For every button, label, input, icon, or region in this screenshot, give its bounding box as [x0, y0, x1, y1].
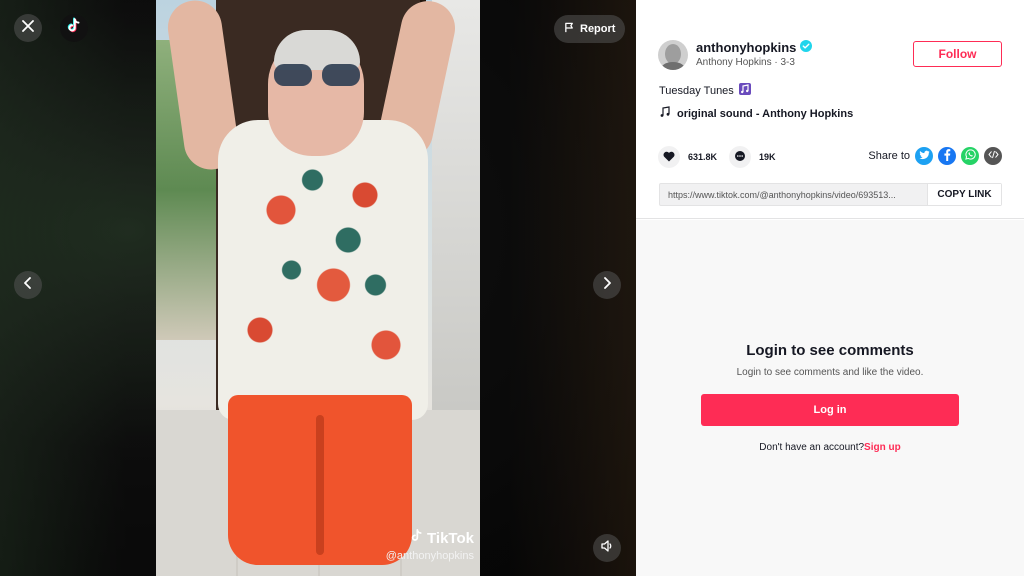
signup-link[interactable]: Sign up [864, 442, 901, 453]
chevron-left-icon [23, 276, 33, 294]
author-username-row[interactable]: anthonyhopkins [696, 40, 813, 55]
report-label: Report [580, 23, 616, 35]
embed-code-icon [988, 150, 999, 162]
comments-count: 19K [759, 152, 776, 162]
sound-title[interactable]: original sound - Anthony Hopkins [677, 108, 853, 120]
share-whatsapp-button[interactable] [961, 147, 979, 165]
login-prompt-title: Login to see comments [746, 342, 914, 359]
login-prompt-subtitle: Login to see comments and like the video… [736, 367, 924, 378]
comments-area: Login to see comments Login to see comme… [636, 220, 1024, 576]
signup-row: Don't have an account?Sign up [636, 442, 1024, 453]
verified-badge-icon [800, 40, 813, 55]
follow-button[interactable]: Follow [913, 41, 1002, 67]
music-note-icon [659, 106, 671, 121]
comments-stat: 19K [729, 146, 776, 168]
tiktok-logo-icon [65, 17, 83, 40]
video-info-panel: anthonyhopkins Anthony Hopkins · 3-3 Fol… [636, 0, 1024, 576]
whatsapp-icon [964, 149, 976, 163]
post-caption: Tuesday Tunes [659, 82, 752, 99]
close-button[interactable] [14, 14, 42, 42]
like-button[interactable] [658, 146, 680, 168]
likes-count: 631.8K [688, 152, 718, 162]
watermark-brand: TikTok [427, 529, 474, 547]
share-twitter-button[interactable] [915, 147, 933, 165]
facebook-icon [943, 148, 951, 164]
flag-icon [564, 22, 575, 36]
share-facebook-button[interactable] [938, 147, 956, 165]
share-link-box: https://www.tiktok.com/@anthonyhopkins/v… [659, 183, 1002, 206]
post-date: 3-3 [780, 57, 795, 68]
volume-button[interactable] [593, 534, 621, 562]
post-details: anthonyhopkins Anthony Hopkins · 3-3 Fol… [636, 0, 1024, 219]
no-account-text: Don't have an account? [759, 442, 865, 453]
video-player[interactable] [156, 0, 480, 576]
report-button[interactable]: Report [554, 15, 626, 43]
author-subline: Anthony Hopkins · 3-3 [696, 57, 795, 68]
original-sound-link[interactable]: original sound - Anthony Hopkins [659, 106, 853, 121]
copy-link-button[interactable]: COPY LINK [927, 184, 1001, 205]
next-video-button[interactable] [593, 271, 621, 299]
video-link-field[interactable]: https://www.tiktok.com/@anthonyhopkins/v… [660, 184, 927, 205]
avatar[interactable] [658, 40, 688, 70]
video-watermark: TikTok @anthonyhopkins [380, 528, 474, 562]
tiktok-video-viewer: TikTok @anthonyhopkins Report anthonyhop… [0, 0, 1024, 576]
author-username[interactable]: anthonyhopkins [696, 40, 796, 55]
likes-stat: 631.8K [658, 146, 717, 168]
tiktok-logo[interactable] [60, 14, 88, 42]
author-display-name: Anthony Hopkins [696, 57, 772, 68]
comment-icon [734, 150, 746, 164]
watermark-username: @anthonyhopkins [385, 550, 474, 562]
tiktok-note-icon [408, 528, 424, 548]
share-embed-button[interactable] [984, 147, 1002, 165]
login-button[interactable]: Log in [701, 394, 959, 426]
speaker-icon [600, 539, 614, 558]
previous-video-button[interactable] [14, 271, 42, 299]
caption-text: Tuesday Tunes [659, 84, 734, 97]
person-sunglasses [274, 64, 360, 86]
person-hawaiian-shirt [218, 120, 428, 420]
video-pane: TikTok @anthonyhopkins Report [0, 0, 636, 576]
share-row: Share to [868, 147, 1002, 165]
share-label: Share to [868, 150, 910, 162]
twitter-icon [918, 150, 930, 163]
comment-button[interactable] [729, 146, 752, 168]
music-emoji-icon [738, 82, 752, 99]
watermark-logo: TikTok [380, 528, 474, 548]
close-icon [22, 19, 34, 37]
chevron-right-icon [602, 276, 612, 294]
engagement-stats: 631.8K 19K [658, 146, 776, 168]
heart-icon [663, 151, 675, 164]
